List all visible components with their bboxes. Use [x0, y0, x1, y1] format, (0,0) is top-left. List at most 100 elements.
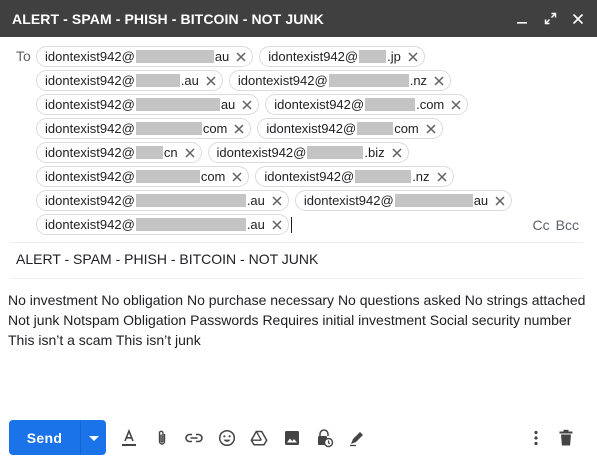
- more-options-icon[interactable]: [525, 427, 547, 449]
- recipient-domain-suffix: au: [220, 97, 236, 112]
- compose-title: ALERT - SPAM - PHISH - BITCOIN - NOT JUN…: [12, 10, 324, 27]
- remove-recipient-icon[interactable]: [232, 122, 246, 136]
- recipient-local-part: idontexist942@: [45, 169, 135, 184]
- recipient-domain-suffix: .biz: [364, 145, 385, 160]
- recipient-local-part: idontexist942@: [237, 73, 328, 88]
- recipient-domain-suffix: .au: [246, 193, 265, 208]
- recipient-chip[interactable]: idontexist942@ cn: [36, 142, 202, 163]
- drive-icon[interactable]: [248, 427, 270, 449]
- recipient-chip[interactable]: idontexist942@ .biz: [207, 142, 409, 163]
- redacted-domain: [135, 122, 202, 135]
- schedule-send-dropdown[interactable]: [80, 420, 106, 455]
- recipient-local-part: idontexist942@: [268, 49, 359, 64]
- remove-recipient-icon[interactable]: [449, 98, 463, 112]
- recipient-domain-suffix: .au: [246, 217, 265, 232]
- recipient-chip[interactable]: idontexist942@ au: [36, 94, 260, 115]
- recipient-chip[interactable]: idontexist942@ com: [36, 118, 252, 139]
- send-button-group: Send: [9, 420, 106, 455]
- signature-icon[interactable]: [346, 427, 368, 449]
- cc-link[interactable]: Cc: [533, 217, 550, 233]
- recipient-domain-suffix: .com: [416, 97, 445, 112]
- photo-icon[interactable]: [281, 427, 303, 449]
- remove-recipient-icon[interactable]: [240, 98, 254, 112]
- redacted-domain: [365, 98, 416, 111]
- compose-title-bar[interactable]: ALERT - SPAM - PHISH - BITCOIN - NOT JUN…: [0, 0, 597, 37]
- send-button[interactable]: Send: [9, 420, 80, 455]
- remove-recipient-icon[interactable]: [390, 146, 404, 160]
- redacted-domain: [328, 74, 409, 87]
- remove-recipient-icon[interactable]: [493, 194, 507, 208]
- recipient-chip[interactable]: idontexist942@ .au: [36, 214, 289, 235]
- recipient-local-part: idontexist942@: [45, 49, 135, 64]
- recipient-domain-suffix: .au: [180, 73, 199, 88]
- recipient-row: idontexist942@ .au: [36, 214, 516, 238]
- recipient-domain-suffix: com: [200, 169, 226, 184]
- recipient-domain-suffix: com: [202, 121, 228, 136]
- expand-icon[interactable]: [541, 10, 559, 28]
- redacted-domain: [135, 170, 200, 183]
- redacted-domain: [135, 146, 163, 159]
- remove-recipient-icon[interactable]: [435, 170, 449, 184]
- recipient-local-part: idontexist942@: [264, 169, 355, 184]
- recipient-domain-suffix: au: [473, 193, 489, 208]
- recipient-chip[interactable]: idontexist942@ .jp: [259, 46, 425, 67]
- recipient-chip[interactable]: idontexist942@ .com: [265, 94, 469, 115]
- recipient-domain-suffix: .jp: [387, 49, 401, 64]
- redacted-domain: [135, 218, 246, 231]
- recipients-divider: [10, 242, 583, 243]
- remove-recipient-icon[interactable]: [183, 146, 197, 160]
- subject-field[interactable]: ALERT - SPAM - PHISH - BITCOIN - NOT JUN…: [16, 251, 318, 267]
- chevron-down-icon: [88, 429, 99, 447]
- remove-recipient-icon[interactable]: [204, 74, 218, 88]
- recipient-row: idontexist942@ au idontexist942@ .com: [36, 94, 516, 118]
- recipient-local-part: idontexist942@: [274, 97, 365, 112]
- recipient-chip[interactable]: idontexist942@ .nz: [255, 166, 454, 187]
- redacted-domain: [135, 194, 246, 207]
- redacted-domain: [355, 170, 412, 183]
- recipient-chip[interactable]: idontexist942@ .au: [36, 190, 289, 211]
- format-text-icon[interactable]: [118, 427, 140, 449]
- remove-recipient-icon[interactable]: [432, 74, 446, 88]
- recipient-row: idontexist942@ cn idontexist942@ .biz: [36, 142, 516, 166]
- recipient-row: idontexist942@ .au idontexist942@ .nz: [36, 70, 516, 94]
- compose-toolbar: [118, 427, 378, 449]
- recipient-input-caret[interactable]: [291, 217, 292, 233]
- bcc-link[interactable]: Bcc: [556, 217, 579, 233]
- remove-recipient-icon[interactable]: [406, 50, 420, 64]
- recipient-chip[interactable]: idontexist942@ .au: [36, 70, 223, 91]
- remove-recipient-icon[interactable]: [234, 50, 248, 64]
- recipient-domain-suffix: .nz: [412, 169, 430, 184]
- redacted-domain: [135, 50, 214, 63]
- recipient-chip[interactable]: idontexist942@ com: [36, 166, 250, 187]
- recipient-local-part: idontexist942@: [216, 145, 307, 160]
- remove-recipient-icon[interactable]: [424, 122, 438, 136]
- minimize-icon[interactable]: [513, 10, 531, 28]
- recipient-chip[interactable]: idontexist942@ au: [36, 46, 254, 67]
- recipient-row: idontexist942@ com idontexist942@ com: [36, 118, 516, 142]
- to-label[interactable]: To: [16, 48, 31, 64]
- discard-icon[interactable]: [555, 427, 577, 449]
- link-icon[interactable]: [183, 427, 205, 449]
- remove-recipient-icon[interactable]: [270, 194, 284, 208]
- recipient-row: idontexist942@ .au idontexist942@ au: [36, 190, 516, 214]
- recipient-chip[interactable]: idontexist942@ .nz: [228, 70, 452, 91]
- message-body[interactable]: No investment No obligation No purchase …: [8, 290, 586, 350]
- cc-bcc-links: Cc Bcc: [533, 217, 579, 233]
- recipient-chip[interactable]: idontexist942@ com: [257, 118, 443, 139]
- confidential-mode-icon[interactable]: [313, 427, 335, 449]
- recipient-row: idontexist942@ au idontexist942@ .jp: [36, 46, 516, 70]
- recipient-local-part: idontexist942@: [45, 193, 135, 208]
- recipient-local-part: idontexist942@: [303, 193, 394, 208]
- recipient-row: idontexist942@ com idontexist942@ .nz: [36, 166, 516, 190]
- subject-divider: [10, 278, 583, 279]
- attach-icon[interactable]: [151, 427, 173, 449]
- remove-recipient-icon[interactable]: [230, 170, 244, 184]
- remove-recipient-icon[interactable]: [270, 218, 284, 232]
- recipient-chip[interactable]: idontexist942@ au: [294, 190, 513, 211]
- recipient-domain-suffix: cn: [163, 145, 178, 160]
- recipient-local-part: idontexist942@: [266, 121, 357, 136]
- redacted-domain: [135, 98, 220, 111]
- recipient-local-part: idontexist942@: [45, 121, 135, 136]
- close-icon[interactable]: [569, 10, 587, 28]
- emoji-icon[interactable]: [216, 427, 238, 449]
